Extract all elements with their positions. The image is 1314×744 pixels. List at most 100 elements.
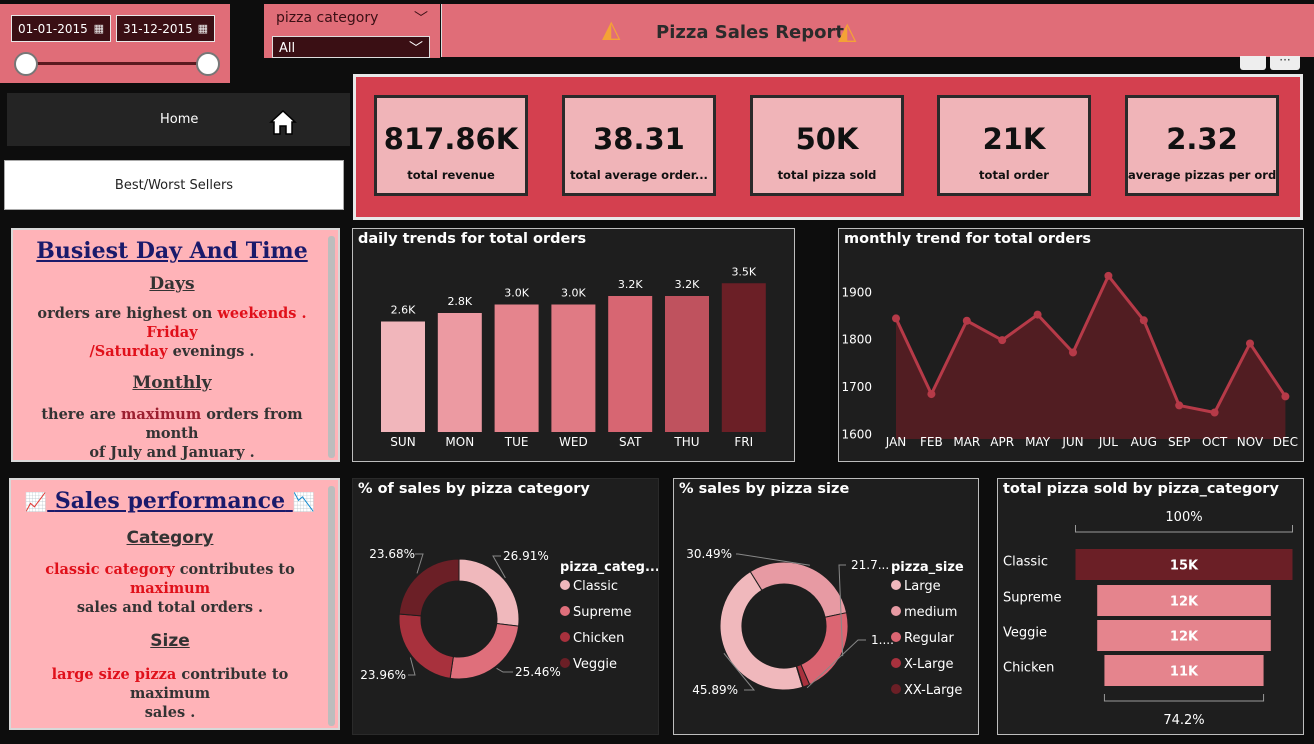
funnel-data-label: 15K: [1170, 559, 1199, 574]
kpi-label: total pizza sold: [777, 168, 877, 182]
kpi-value: 50K: [795, 122, 859, 156]
size-donut-plot: 45.89% 30.49% 21.7... 1.... pizza_size Large m…: [686, 547, 964, 698]
date-slider-start-handle[interactable]: [14, 52, 38, 76]
kpi-card: 21K total order: [937, 95, 1091, 196]
legend-item[interactable]: medium: [904, 605, 957, 620]
slice-value-label: 23.68%: [369, 547, 415, 561]
funnel-category-label: Veggie: [1003, 626, 1047, 641]
x-tick-label: MON: [445, 435, 474, 449]
legend-item[interactable]: XX-Large: [904, 683, 962, 698]
bar-data-label: 3.2K: [675, 278, 700, 291]
calendar-icon[interactable]: ▦: [94, 22, 104, 35]
busiest-day-notes: Busiest Day And Time Days orders are hig…: [11, 228, 340, 462]
slice-value-label: 21.7...: [851, 558, 889, 572]
data-point[interactable]: [927, 390, 936, 399]
data-point[interactable]: [1175, 401, 1184, 410]
data-point[interactable]: [1033, 310, 1042, 319]
category-dropdown[interactable]: All ﹀: [272, 36, 430, 58]
best-worst-sellers-button[interactable]: Best/Worst Sellers: [4, 160, 344, 210]
data-point[interactable]: [1281, 392, 1290, 401]
data-point[interactable]: [1246, 339, 1254, 348]
legend-item[interactable]: Supreme: [573, 605, 631, 620]
bar[interactable]: [551, 304, 596, 433]
date-slider-track[interactable]: [26, 62, 208, 65]
donut-slice[interactable]: [398, 558, 460, 617]
chevron-down-icon[interactable]: ﹀: [414, 8, 428, 28]
data-point[interactable]: [1069, 348, 1077, 357]
legend-marker: [560, 606, 570, 616]
category-share-chart: % of sales by pizza category 26.91% 25.46…: [352, 478, 659, 735]
category-funnel-chart: total pizza sold by pizza_category 100% 1…: [997, 478, 1304, 735]
x-tick-label: DEC: [1273, 435, 1298, 449]
start-date-field[interactable]: 01-01-2015 ▦: [11, 15, 111, 42]
x-tick-label: TUE: [504, 435, 529, 449]
more-options-icon[interactable]: ···: [1270, 54, 1300, 70]
y-tick-label: 1700: [841, 380, 872, 394]
size-share-chart: % sales by pizza size 45.89% 30.49% 21.7..…: [673, 478, 979, 735]
data-point[interactable]: [998, 336, 1007, 345]
donut-slice[interactable]: [749, 561, 848, 618]
bar[interactable]: [608, 296, 653, 432]
date-slider-end-handle[interactable]: [196, 52, 220, 76]
data-point[interactable]: [1210, 408, 1219, 417]
bar-data-label: 3.0K: [561, 287, 586, 300]
y-tick-label: 1900: [841, 285, 872, 299]
x-tick-label: SUN: [390, 435, 415, 449]
leader-line: [408, 657, 416, 676]
bar[interactable]: [381, 321, 425, 433]
home-button[interactable]: Home: [7, 93, 350, 146]
chart-increasing-icon: 📈: [24, 492, 48, 513]
x-tick-label: WED: [559, 435, 588, 449]
daily-trend-chart: daily trends for total orders 2.6K SUN 2.8…: [352, 228, 795, 462]
x-tick-label: AUG: [1131, 435, 1157, 449]
kpi-value: 38.31: [593, 122, 685, 156]
best-worst-sellers-label: Best/Worst Sellers: [114, 177, 234, 193]
start-date-value: 01-01-2015: [18, 21, 88, 36]
kpi-label: total average order...: [570, 168, 708, 182]
x-tick-label: SEP: [1168, 435, 1190, 449]
data-point[interactable]: [1104, 271, 1113, 280]
legend-marker: [560, 632, 570, 642]
legend-item[interactable]: Veggie: [573, 657, 617, 672]
x-tick-label: JUN: [1061, 435, 1083, 449]
x-tick-label: JAN: [885, 435, 907, 449]
kpi-card: 50K total pizza sold: [750, 95, 904, 196]
bar[interactable]: [494, 304, 539, 433]
legend-item[interactable]: Large: [904, 579, 941, 594]
x-tick-label: FEB: [920, 435, 943, 449]
bar[interactable]: [665, 296, 709, 432]
monthly-heading: Monthly: [132, 373, 212, 393]
funnel-bracket: [1103, 694, 1265, 702]
bar[interactable]: [721, 283, 766, 432]
category-slicer-label: pizza category: [276, 10, 379, 26]
donut-slice[interactable]: [449, 622, 520, 680]
filter-icon[interactable]: [1240, 56, 1266, 70]
daily-bar-plot: 2.6K SUN 2.8K MON 3.0K TUE 3.0K WED 3.2K SAT 3.2K T…: [381, 265, 766, 449]
donut-slice[interactable]: [458, 558, 520, 627]
calendar-icon[interactable]: ▦: [198, 22, 208, 35]
pizza-icon: ◭: [838, 17, 857, 45]
home-icon: [269, 109, 297, 135]
funnel-data-label: 12K: [1170, 630, 1199, 645]
data-point[interactable]: [892, 314, 900, 323]
legend-item[interactable]: Chicken: [573, 631, 624, 646]
scrollbar[interactable]: [328, 486, 335, 726]
slice-value-label: 25.46%: [515, 665, 561, 679]
kpi-card: 2.32 average pizzas per order: [1125, 95, 1279, 196]
legend-title: pizza_size: [891, 560, 964, 575]
home-button-label: Home: [160, 112, 199, 127]
kpi-card: 38.31 total average order...: [562, 95, 716, 196]
data-point[interactable]: [1139, 316, 1148, 325]
bar[interactable]: [437, 313, 482, 432]
sales-performance-notes: 📈 Sales performance 📉 Category classic c…: [9, 478, 340, 730]
x-tick-label: FRI: [734, 435, 753, 449]
legend-item[interactable]: Classic: [573, 579, 618, 594]
data-point[interactable]: [962, 316, 971, 325]
legend-item[interactable]: Regular: [904, 631, 955, 646]
category-dropdown-value: All: [279, 41, 296, 56]
legend-title: pizza_categ...: [560, 560, 658, 575]
donut-slice[interactable]: [398, 613, 454, 679]
end-date-field[interactable]: 31-12-2015 ▦: [116, 15, 215, 42]
legend-item[interactable]: X-Large: [904, 657, 954, 672]
bar-data-label: 3.0K: [504, 287, 529, 300]
